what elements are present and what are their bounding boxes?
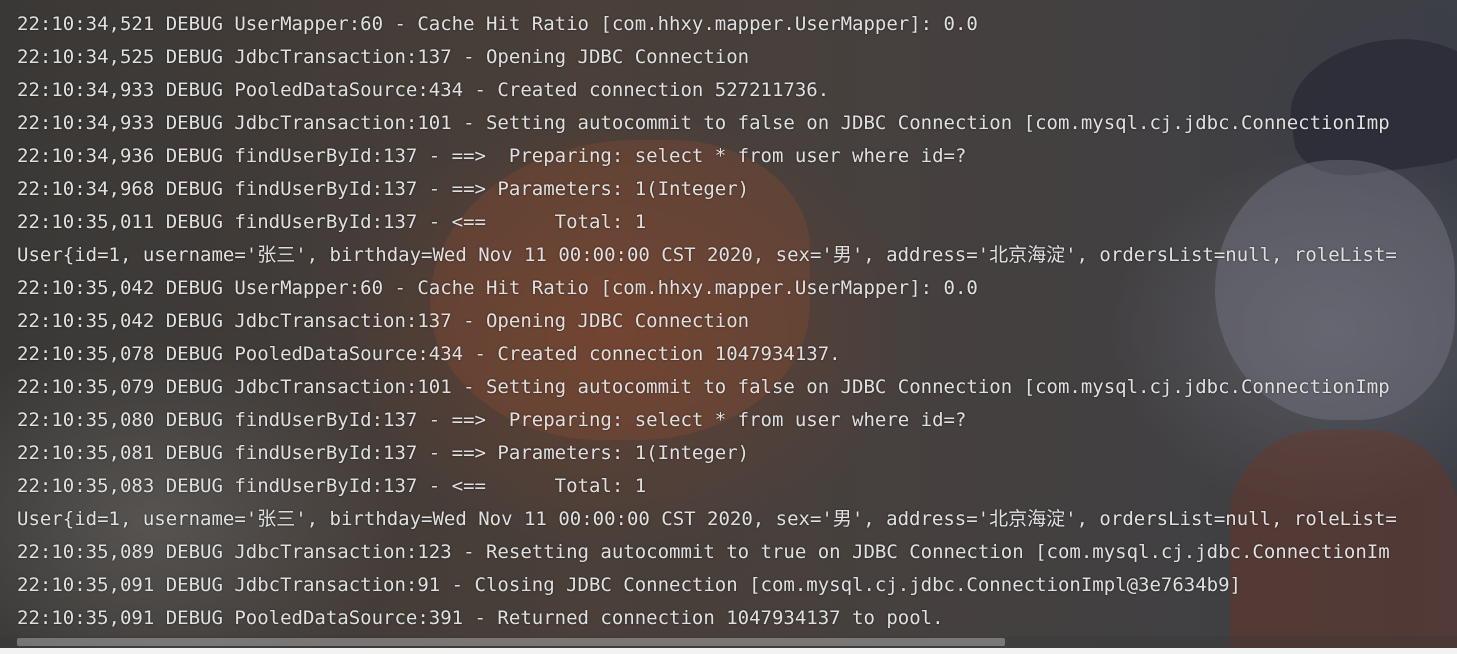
log-line: 22:10:34,525 DEBUG JdbcTransaction:137 -… (17, 46, 750, 68)
log-line: User{id=1, username='张三', birthday=Wed N… (17, 244, 1397, 266)
log-lines: 22:10:34,521 DEBUG UserMapper:60 - Cache… (17, 8, 1397, 635)
console-output[interactable]: 22:10:34,521 DEBUG UserMapper:60 - Cache… (0, 0, 1457, 654)
log-line: 22:10:35,078 DEBUG PooledDataSource:434 … (17, 343, 841, 365)
log-line: 22:10:35,091 DEBUG PooledDataSource:391 … (17, 607, 944, 629)
log-line: 22:10:35,042 DEBUG JdbcTransaction:137 -… (17, 310, 750, 332)
log-line: 22:10:34,933 DEBUG JdbcTransaction:101 -… (17, 112, 1390, 134)
horizontal-scrollbar[interactable] (0, 636, 1457, 648)
log-line: 22:10:35,011 DEBUG findUserById:137 - <=… (17, 211, 647, 233)
log-line: 22:10:35,089 DEBUG JdbcTransaction:123 -… (17, 541, 1390, 563)
log-line: 22:10:34,968 DEBUG findUserById:137 - ==… (17, 178, 750, 200)
log-line: 22:10:34,521 DEBUG UserMapper:60 - Cache… (17, 13, 978, 35)
log-line: 22:10:35,080 DEBUG findUserById:137 - ==… (17, 409, 967, 431)
log-line: User{id=1, username='张三', birthday=Wed N… (17, 508, 1397, 530)
log-line: 22:10:35,083 DEBUG findUserById:137 - <=… (17, 475, 647, 497)
horizontal-scrollbar-thumb[interactable] (17, 638, 1005, 646)
log-line: 22:10:35,079 DEBUG JdbcTransaction:101 -… (17, 376, 1390, 398)
panel-bottom-edge (0, 648, 1457, 654)
log-line: 22:10:34,933 DEBUG PooledDataSource:434 … (17, 79, 830, 101)
log-line: 22:10:35,042 DEBUG UserMapper:60 - Cache… (17, 277, 978, 299)
log-line: 22:10:34,936 DEBUG findUserById:137 - ==… (17, 145, 967, 167)
log-line: 22:10:35,091 DEBUG JdbcTransaction:91 - … (17, 574, 1241, 596)
log-line: 22:10:35,081 DEBUG findUserById:137 - ==… (17, 442, 750, 464)
